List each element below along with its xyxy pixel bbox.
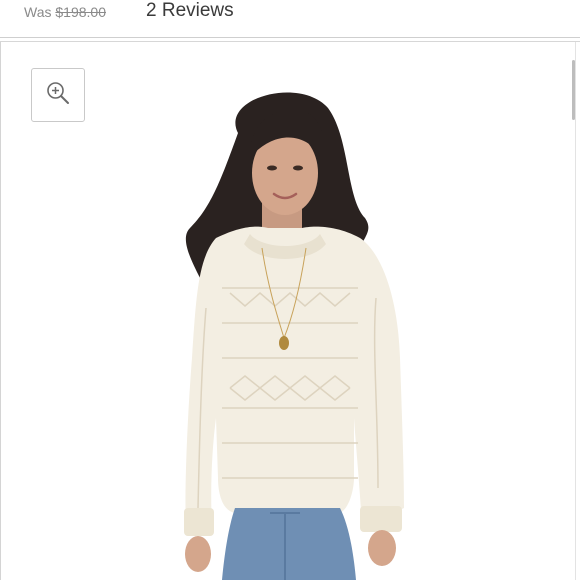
reviews-link[interactable]: 2 Reviews bbox=[146, 0, 234, 22]
was-price: Was $198.00 bbox=[24, 4, 106, 20]
scrollbar-thumb[interactable] bbox=[572, 60, 575, 120]
image-frame-right-border bbox=[575, 42, 576, 580]
zoom-button[interactable] bbox=[31, 68, 85, 122]
divider-top bbox=[0, 37, 580, 38]
product-image[interactable] bbox=[150, 88, 420, 580]
image-frame-left-border bbox=[0, 42, 1, 580]
divider-bottom bbox=[0, 41, 580, 42]
was-price-value: $198.00 bbox=[55, 4, 106, 20]
was-label: Was bbox=[24, 4, 52, 20]
product-price-header: Was $198.00 2 Reviews bbox=[0, 0, 580, 38]
zoom-in-icon bbox=[45, 80, 71, 111]
